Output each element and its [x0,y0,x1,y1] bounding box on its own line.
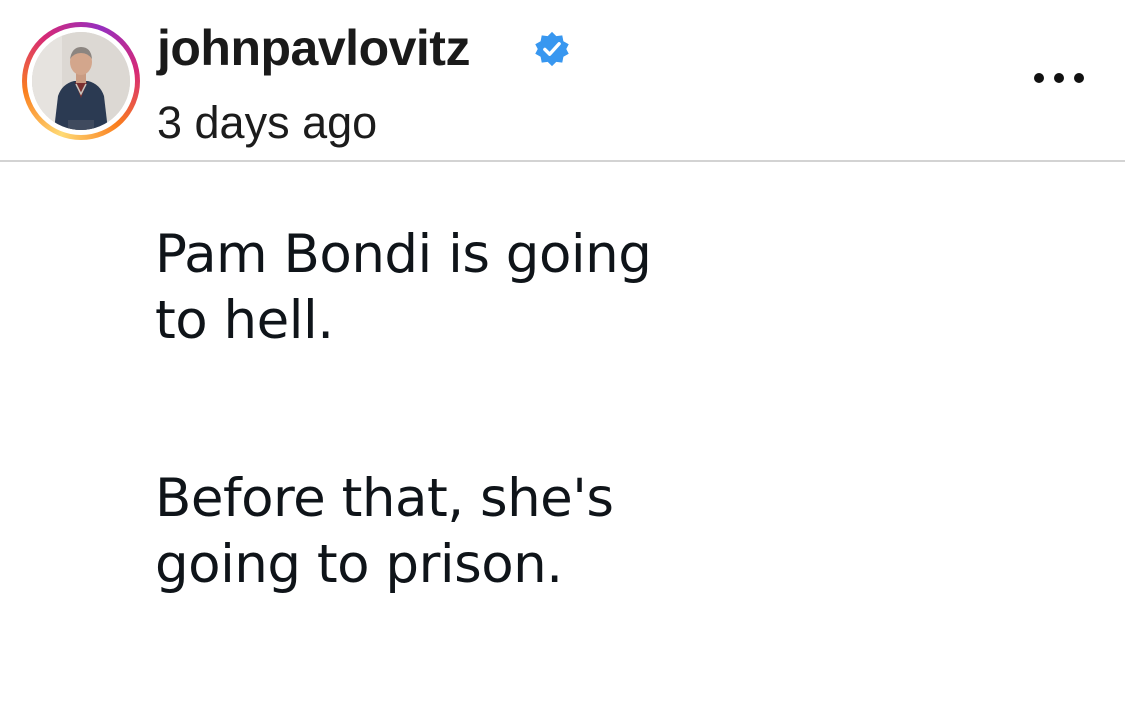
post-timestamp: 3 days ago [157,97,378,148]
more-options-button[interactable] [1022,58,1092,98]
text-line: Pam Bondi is going [155,224,652,285]
text-line: going to prison. [155,534,563,595]
avatar[interactable] [32,32,130,130]
post-header: johnpavlovitz 3 days ago [0,0,1125,160]
avatar-frame [27,27,135,135]
text-line: to hell. [155,290,334,351]
text-line: Before that, she's [155,468,614,529]
verified-badge-icon [535,31,569,67]
post-text-image: Pam Bondi is going to hell. Before that,… [155,222,1055,598]
avatar-story-ring[interactable] [22,22,140,140]
username-link[interactable]: johnpavlovitz [157,18,470,78]
avatar-person-icon [32,32,130,130]
more-horizontal-icon [1034,73,1084,83]
instagram-post: johnpavlovitz 3 days ago Pam Bondi is go… [0,0,1125,710]
post-media[interactable]: Pam Bondi is going to hell. Before that,… [0,162,1125,710]
